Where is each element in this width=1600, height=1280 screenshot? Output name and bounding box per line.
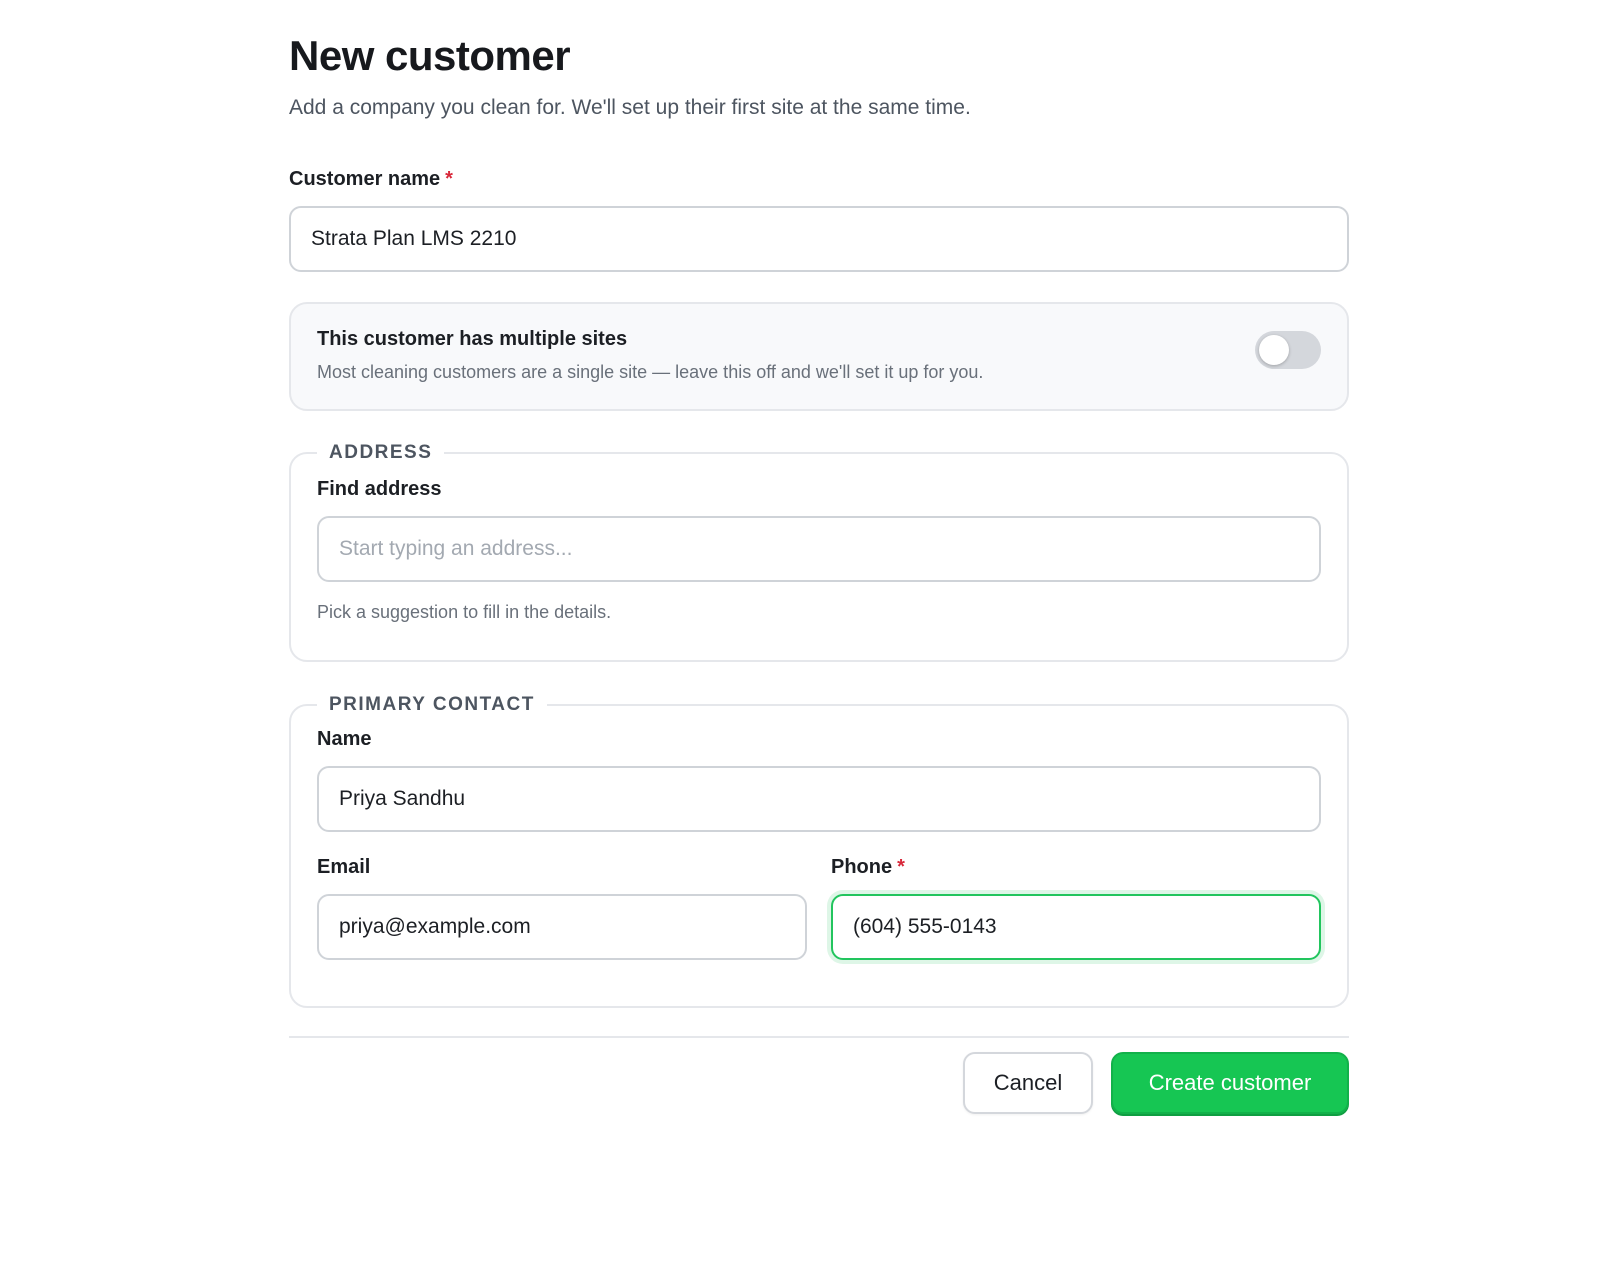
phone-label: Phone *: [831, 856, 905, 879]
primary-contact-legend: PRIMARY CONTACT: [329, 694, 535, 715]
multiple-sites-toggle[interactable]: [1255, 331, 1321, 369]
phone-input[interactable]: [831, 894, 1321, 960]
find-address-input[interactable]: [317, 516, 1321, 582]
phone-label-text: Phone: [831, 856, 893, 878]
find-address-label: Find address: [317, 478, 442, 500]
email-label: Email: [317, 856, 371, 878]
page-title: New customer: [289, 32, 571, 79]
page-subtitle: Add a company you clean for. We'll set u…: [289, 96, 971, 119]
required-marker: *: [897, 856, 905, 878]
create-customer-button[interactable]: Create customer: [1111, 1052, 1349, 1114]
contact-name-input[interactable]: [317, 766, 1321, 832]
required-marker: *: [445, 168, 453, 190]
address-section: ADDRESS Find address Pick a suggestion t…: [289, 442, 1349, 662]
address-legend: ADDRESS: [329, 442, 433, 463]
primary-contact-section: PRIMARY CONTACT Name Email Phone*: [289, 694, 1349, 1008]
multiple-sites-title: This customer has multiple sites: [317, 328, 628, 350]
multiple-sites-card: This customer has multiple sites Most cl…: [289, 302, 1349, 411]
toggle-knob: [1259, 335, 1289, 365]
customer-name-label: Customer name *: [289, 168, 453, 191]
address-help-text: Pick a suggestion to fill in the details…: [317, 602, 612, 622]
customer-name-input[interactable]: [289, 206, 1349, 272]
customer-name-label-text: Customer name: [289, 168, 441, 190]
email-input[interactable]: [317, 894, 807, 960]
contact-name-label: Name: [317, 728, 372, 750]
cancel-button[interactable]: Cancel: [963, 1052, 1093, 1114]
footer-divider: [289, 1036, 1349, 1038]
multiple-sites-description: Most cleaning customers are a single sit…: [317, 362, 984, 382]
